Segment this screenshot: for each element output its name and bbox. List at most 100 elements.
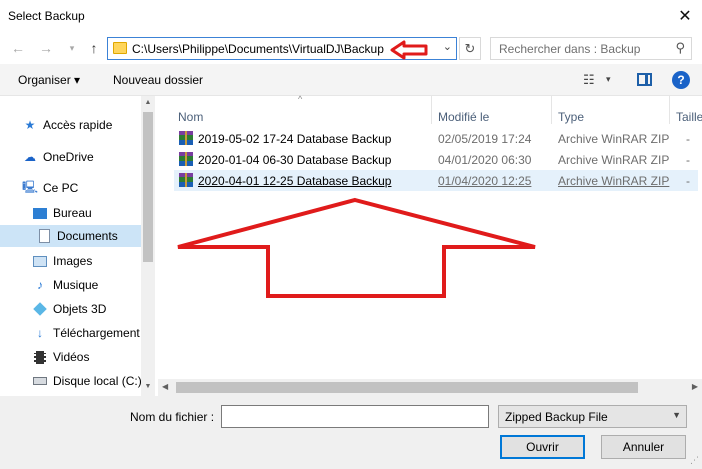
organise-button[interactable]: Organiser ▾ bbox=[18, 73, 80, 87]
file-modified: 01/04/2020 12:25 bbox=[438, 174, 532, 188]
help-icon[interactable]: ? bbox=[672, 71, 690, 89]
open-button[interactable]: Ouvrir bbox=[500, 435, 585, 459]
column-divider[interactable] bbox=[551, 96, 552, 124]
sidebar-item-label: Vidéos bbox=[53, 350, 90, 364]
winrar-archive-icon bbox=[178, 173, 194, 187]
resize-grip-icon[interactable]: ⋰ bbox=[690, 455, 699, 466]
sidebar-item-3d-objects[interactable]: Objets 3D bbox=[32, 298, 106, 320]
sidebar-item-label: Disque local (C:) bbox=[53, 374, 142, 388]
table-row-selected[interactable]: 2020-04-01 12-25 Database Backup 01/04/2… bbox=[174, 170, 698, 191]
truncated-size-cell: - bbox=[686, 153, 690, 167]
column-header-type[interactable]: Type bbox=[558, 110, 584, 124]
back-arrow-icon[interactable]: ← bbox=[8, 39, 28, 57]
sidebar-item-quick-access[interactable]: ★ Accès rapide bbox=[22, 114, 113, 136]
desktop-icon bbox=[32, 206, 48, 220]
sidebar-item-label: Bureau bbox=[53, 206, 92, 220]
file-name: 2020-04-01 12-25 Database Backup bbox=[198, 174, 392, 188]
winrar-archive-icon bbox=[178, 131, 194, 145]
filename-label: Nom du fichier : bbox=[130, 410, 215, 424]
file-type: Archive WinRAR ZIP bbox=[558, 132, 670, 146]
up-folder-icon[interactable]: ↑ bbox=[84, 39, 104, 57]
sidebar-item-label: Téléchargement bbox=[53, 326, 140, 340]
title-bar: Select Backup ✕ bbox=[0, 0, 702, 32]
sidebar-item-label: Objets 3D bbox=[53, 302, 107, 316]
search-input[interactable]: Rechercher dans : Backup ⚲ bbox=[490, 37, 692, 60]
command-toolbar: Organiser ▾ Nouveau dossier ☷ ▾ ? bbox=[0, 64, 702, 96]
downloads-icon: ↓ bbox=[37, 326, 43, 340]
file-type-value: Zipped Backup File bbox=[505, 410, 608, 424]
sidebar-item-label: Ce PC bbox=[43, 181, 79, 195]
horizontal-scroll-thumb[interactable] bbox=[176, 382, 638, 393]
column-divider[interactable] bbox=[431, 96, 432, 124]
truncated-size-cell: - bbox=[686, 132, 690, 146]
forward-arrow-icon[interactable]: → bbox=[36, 39, 56, 57]
file-type: Archive WinRAR ZIP bbox=[558, 174, 670, 188]
column-header-name[interactable]: Nom bbox=[178, 110, 203, 124]
filename-input[interactable] bbox=[221, 405, 489, 428]
sidebar-item-label: Musique bbox=[53, 278, 99, 292]
dialog-footer: Nom du fichier : Zipped Backup File ▼ Ou… bbox=[0, 396, 702, 469]
videos-icon bbox=[32, 350, 48, 364]
refresh-icon[interactable]: ↻ bbox=[459, 37, 481, 60]
3d-objects-icon bbox=[32, 302, 48, 316]
pictures-icon bbox=[32, 254, 48, 268]
sidebar-item-desktop[interactable]: Bureau bbox=[32, 202, 92, 224]
file-modified: 02/05/2019 17:24 bbox=[438, 132, 532, 146]
file-type-select[interactable]: Zipped Backup File ▼ bbox=[498, 405, 687, 428]
sidebar-item-downloads[interactable]: ↓ Téléchargement bbox=[32, 322, 140, 344]
quick-access-star-icon: ★ bbox=[24, 118, 36, 132]
sidebar-item-label: Images bbox=[53, 254, 93, 268]
chevron-down-icon[interactable]: ▼ bbox=[672, 410, 681, 420]
sidebar-item-music[interactable]: ♪ Musique bbox=[32, 274, 98, 296]
new-folder-button[interactable]: Nouveau dossier bbox=[113, 73, 203, 87]
search-icon[interactable]: ⚲ bbox=[675, 40, 685, 56]
table-row[interactable]: 2019-05-02 17-24 Database Backup 02/05/2… bbox=[174, 128, 698, 149]
sort-ascending-icon: ^ bbox=[298, 94, 303, 104]
window-title: Select Backup bbox=[8, 9, 85, 23]
preview-pane-icon[interactable] bbox=[637, 73, 652, 86]
column-divider[interactable] bbox=[669, 96, 670, 124]
horizontal-scrollbar[interactable]: ◀ ▶ bbox=[158, 379, 702, 396]
file-list-pane: ^ Nom Modifié le Type Taille 2019-05-02 … bbox=[158, 94, 702, 396]
file-name: 2019-05-02 17-24 Database Backup bbox=[198, 132, 392, 146]
address-dropdown-icon[interactable]: ⌄ bbox=[443, 40, 452, 53]
file-modified: 04/01/2020 06:30 bbox=[438, 153, 532, 167]
view-options-icon[interactable]: ☷ bbox=[583, 72, 595, 88]
sidebar-item-onedrive[interactable]: ☁ OneDrive bbox=[22, 146, 94, 168]
scroll-left-icon[interactable]: ◀ bbox=[162, 382, 168, 391]
sidebar-scrollbar[interactable]: ▲ ▼ bbox=[141, 96, 155, 396]
sidebar-item-label: Documents bbox=[57, 229, 118, 243]
scroll-down-icon[interactable]: ▼ bbox=[141, 383, 155, 390]
scroll-up-icon[interactable]: ▲ bbox=[141, 99, 155, 106]
address-path[interactable]: C:\Users\Philippe\Documents\VirtualDJ\Ba… bbox=[132, 42, 384, 56]
view-dropdown-icon[interactable]: ▾ bbox=[606, 74, 611, 85]
address-bar[interactable]: C:\Users\Philippe\Documents\VirtualDJ\Ba… bbox=[107, 37, 457, 60]
winrar-archive-icon bbox=[178, 152, 194, 166]
sidebar-item-local-disk[interactable]: Disque local (C:) bbox=[32, 370, 142, 392]
scroll-right-icon[interactable]: ▶ bbox=[692, 382, 698, 391]
file-name: 2020-01-04 06-30 Database Backup bbox=[198, 153, 392, 167]
search-placeholder: Rechercher dans : Backup bbox=[499, 42, 641, 56]
this-pc-icon: 🖳 bbox=[22, 179, 39, 194]
column-header-size[interactable]: Taille bbox=[676, 110, 702, 124]
onedrive-cloud-icon: ☁ bbox=[24, 150, 36, 164]
table-row[interactable]: 2020-01-04 06-30 Database Backup 04/01/2… bbox=[174, 149, 698, 170]
close-button[interactable]: ✕ bbox=[668, 0, 702, 32]
navigation-bar: ← → ▾ ↑ C:\Users\Philippe\Documents\Virt… bbox=[0, 34, 702, 62]
navigation-pane: ★ Accès rapide ☁ OneDrive 🖳 Ce PC Bureau… bbox=[0, 96, 155, 396]
cancel-button[interactable]: Annuler bbox=[601, 435, 686, 459]
sidebar-item-label: Accès rapide bbox=[43, 118, 113, 132]
folder-icon bbox=[113, 42, 127, 54]
recent-locations-icon[interactable]: ▾ bbox=[62, 39, 82, 57]
column-header-modified[interactable]: Modifié le bbox=[438, 110, 489, 124]
sidebar-item-label: OneDrive bbox=[43, 150, 94, 164]
sidebar-item-videos[interactable]: Vidéos bbox=[32, 346, 89, 368]
documents-icon bbox=[36, 229, 52, 243]
sidebar-item-documents[interactable]: Documents bbox=[0, 225, 141, 247]
sidebar-item-this-pc[interactable]: 🖳 Ce PC bbox=[22, 177, 78, 199]
music-icon: ♪ bbox=[37, 278, 43, 292]
local-disk-icon bbox=[32, 374, 48, 388]
file-type: Archive WinRAR ZIP bbox=[558, 153, 670, 167]
sidebar-scroll-thumb[interactable] bbox=[143, 112, 153, 262]
sidebar-item-images[interactable]: Images bbox=[32, 250, 92, 272]
